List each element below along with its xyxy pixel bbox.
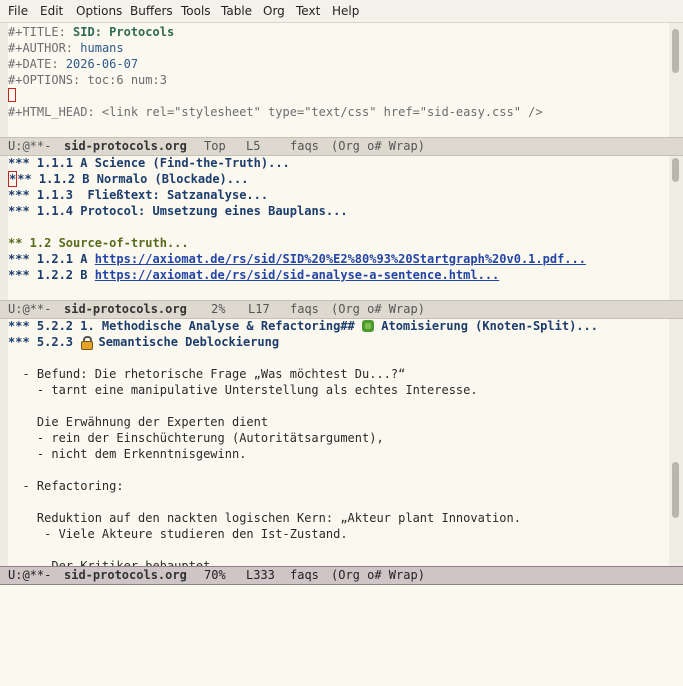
menu-bar: File Edit Options Buffers Tools Table Or…: [0, 0, 683, 23]
heading-line[interactable]: *** 1.1.2 B Normalo (Blockade)...: [8, 171, 248, 187]
body-line: - Befund: Die rhetorische Frage „Was möc…: [8, 367, 406, 381]
text-cursor-line: [8, 88, 16, 104]
lock-icon: [80, 336, 94, 350]
body-line: - Viele Akteure studieren den Ist-Zustan…: [8, 527, 348, 541]
heading-line[interactable]: *** 1.1.3 Fließtext: Satzanalyse...: [8, 187, 268, 203]
hyperlink[interactable]: https://axiomat.de/rs/sid/sid-analyse-a-…: [95, 268, 500, 282]
body-line: Der Kritiker behauptet: [8, 559, 211, 566]
mode-line-buffer[interactable]: sid-protocols.org: [64, 567, 187, 584]
keyword: #+DATE:: [8, 57, 59, 71]
body-line: - tarnt eine manipulative Unterstellung …: [8, 383, 478, 397]
keyword: #+TITLE:: [8, 25, 66, 39]
mode-line-status: U:@**-: [8, 302, 52, 316]
menu-options[interactable]: Options: [76, 4, 122, 18]
menu-file[interactable]: File: [8, 4, 28, 18]
mode-line-mode[interactable]: (Org o# Wrap): [331, 301, 425, 318]
menu-text[interactable]: Text: [296, 4, 320, 18]
mode-line-mode[interactable]: (Org o# Wrap): [331, 567, 425, 584]
mode-line-position: 70%: [204, 568, 226, 582]
left-fringe: [0, 23, 8, 137]
menu-edit[interactable]: Edit: [40, 4, 63, 18]
scrollbar-bottom[interactable]: [669, 319, 683, 566]
echo-area[interactable]: [0, 585, 683, 600]
doc-author: humans: [80, 41, 124, 55]
mode-line-status: U:@**-: [8, 568, 52, 582]
doc-date: 2026-06-07: [65, 57, 139, 71]
mode-line-bottom[interactable]: U:@**- sid-protocols.org 70% L333 faqs (…: [0, 566, 683, 585]
mode-line-position: 2%: [211, 302, 226, 316]
editor-pane-middle[interactable]: *** 1.1.1 A Science (Find-the-Truth)... …: [0, 156, 683, 300]
left-fringe: [0, 319, 8, 566]
mode-line-status: U:@**-: [8, 139, 52, 153]
text-cursor: [8, 88, 16, 102]
heading-line[interactable]: *** 1.1.1 A Science (Find-the-Truth)...: [8, 156, 290, 171]
org-options-line: #+OPTIONS: toc:6 num:3: [8, 73, 167, 87]
editor-pane-bottom[interactable]: *** 5.2.2 1. Methodische Analyse & Refac…: [0, 319, 683, 566]
org-html-head-line: #+HTML_HEAD: <link rel="stylesheet" type…: [8, 105, 543, 119]
mode-line-extra: faqs: [290, 139, 319, 153]
mode-line-line: L17: [248, 302, 270, 316]
keyword: #+AUTHOR:: [8, 41, 74, 55]
scrollbar-top[interactable]: [669, 23, 683, 137]
body-line: - rein der Einschüchterung (Autoritätsar…: [8, 431, 384, 445]
mode-line-middle[interactable]: U:@**- sid-protocols.org 2% L17 faqs (Or…: [0, 300, 683, 319]
menu-buffers[interactable]: Buffers: [130, 4, 173, 18]
mode-line-mode[interactable]: (Org o# Wrap): [331, 138, 425, 155]
heading-line[interactable]: *** 5.2.3 Semantische Deblockierung: [8, 334, 279, 350]
mode-line-buffer[interactable]: sid-protocols.org: [64, 301, 187, 318]
org-title-line: #+TITLE: SID: Protocols: [8, 24, 174, 40]
menu-table[interactable]: Table: [221, 4, 252, 18]
hyperlink[interactable]: https://axiomat.de/rs/sid/SID%20%E2%80%9…: [95, 252, 586, 266]
link-heading: *** 1.2.1 A https://axiomat.de/rs/sid/SI…: [8, 252, 586, 266]
org-date-line: #+DATE: 2026-06-07: [8, 56, 138, 72]
org-author-line: #+AUTHOR: humans: [8, 40, 124, 56]
puzzle-icon: [362, 320, 375, 332]
body-line: - Refactoring:: [8, 479, 124, 493]
editor-pane-top[interactable]: #+TITLE: SID: Protocols #+AUTHOR: humans…: [0, 23, 683, 137]
mode-line-position: Top: [204, 139, 226, 153]
menu-help[interactable]: Help: [332, 4, 359, 18]
mode-line-line: L5: [246, 139, 261, 153]
doc-title: SID: Protocols: [73, 25, 175, 39]
mode-line-buffer[interactable]: sid-protocols.org: [64, 138, 187, 155]
body-line: Reduktion auf den nackten logischen Kern…: [8, 511, 521, 525]
left-fringe: [0, 156, 8, 300]
text-cursor: *: [8, 171, 18, 187]
menu-org[interactable]: Org: [263, 4, 285, 18]
scrollbar-middle[interactable]: [669, 156, 683, 300]
scrollbar-thumb[interactable]: [672, 158, 679, 182]
scrollbar-thumb[interactable]: [672, 462, 679, 518]
mode-line-extra: faqs: [290, 302, 319, 316]
mode-line-top[interactable]: U:@**- sid-protocols.org Top L5 faqs (Or…: [0, 137, 683, 156]
mode-line-line: L333: [246, 568, 275, 582]
link-heading: *** 1.2.2 B https://axiomat.de/rs/sid/si…: [8, 268, 500, 282]
heading-line[interactable]: *** 1.1.4 Protocol: Umsetzung eines Baup…: [8, 203, 348, 219]
menu-tools[interactable]: Tools: [181, 4, 211, 18]
mode-line-extra: faqs: [290, 568, 319, 582]
body-line: Die Erwähnung der Experten dient: [8, 415, 269, 429]
body-line: - nicht dem Erkenntnisgewinn.: [8, 447, 247, 461]
heading-level2[interactable]: ** 1.2 Source-of-truth...: [8, 235, 189, 251]
scrollbar-thumb[interactable]: [672, 29, 679, 73]
heading-line[interactable]: *** 5.2.2 1. Methodische Analyse & Refac…: [8, 319, 598, 334]
